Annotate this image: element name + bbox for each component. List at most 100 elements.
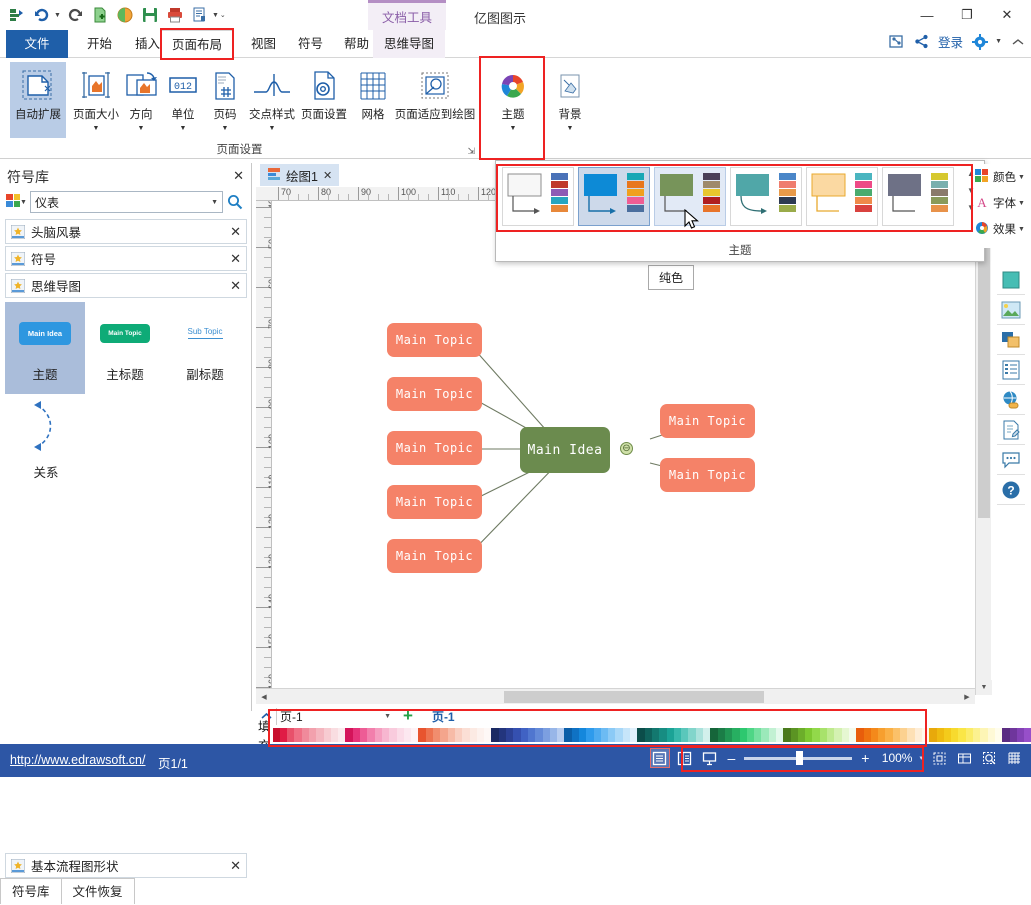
palette-swatch[interactable]	[557, 727, 565, 742]
page-setup-dialog-launcher[interactable]: ⇲	[467, 146, 475, 157]
palette-swatch[interactable]	[469, 727, 477, 742]
ribbon-button-grid[interactable]: 网格	[350, 62, 396, 138]
zoom-slider-thumb[interactable]	[796, 751, 804, 765]
palette-swatch[interactable]	[943, 727, 952, 742]
palette-swatch[interactable]	[447, 727, 455, 742]
palette-swatch[interactable]	[776, 727, 784, 742]
page-tab-1[interactable]: 页-1	[422, 708, 465, 725]
palette-swatch[interactable]	[666, 727, 674, 742]
palette-swatch[interactable]	[513, 727, 521, 742]
ribbon-button-crossing-style[interactable]: 交点样式 ▼	[244, 62, 300, 138]
scroll-down-button[interactable]: ▼	[976, 680, 992, 695]
ribbon-button-fit-page-to-drawing[interactable]: 页面适应到绘图	[395, 62, 475, 138]
palette-swatch[interactable]	[542, 727, 550, 742]
palette-swatch[interactable]	[965, 727, 974, 742]
mind-node-main-idea[interactable]: Main Idea	[520, 427, 610, 473]
palette-swatch[interactable]	[462, 727, 470, 742]
palette-swatch[interactable]	[885, 727, 893, 742]
color-palette[interactable]	[272, 727, 1031, 742]
close-category-button[interactable]: ✕	[230, 251, 241, 267]
hyperlink-icon[interactable]	[997, 385, 1025, 415]
palette-swatch[interactable]	[739, 727, 747, 742]
palette-swatch[interactable]	[367, 727, 375, 742]
add-page-button[interactable]: +	[394, 706, 422, 726]
theme-item-green[interactable]	[654, 167, 726, 226]
chevron-down-icon[interactable]: ▼	[180, 124, 187, 133]
palette-swatch[interactable]	[578, 727, 587, 742]
drawing-canvas[interactable]: Main Topic Main Topic Main Topic Main To…	[272, 201, 975, 695]
palette-swatch[interactable]	[411, 727, 419, 742]
help-icon[interactable]: ?	[997, 475, 1025, 505]
palette-swatch[interactable]	[309, 727, 317, 742]
share-export-icon[interactable]	[889, 34, 905, 49]
palette-swatch[interactable]	[819, 727, 828, 742]
palette-swatch[interactable]	[1024, 727, 1031, 742]
palette-swatch[interactable]	[360, 727, 368, 742]
comments-icon[interactable]	[997, 445, 1025, 475]
palette-swatch[interactable]	[900, 727, 908, 742]
ribbon-button-background[interactable]: 背景 ▼	[546, 62, 594, 138]
library-category-basic-flowchart[interactable]: 基本流程图形状 ✕	[5, 853, 247, 878]
chevron-down-icon[interactable]: ▼	[93, 124, 100, 133]
palette-swatch[interactable]	[571, 727, 579, 742]
open-icon[interactable]	[114, 4, 136, 26]
palette-swatch[interactable]	[1009, 727, 1017, 742]
ribbon-button-theme[interactable]: 主题 ▼	[486, 62, 540, 138]
palette-swatch[interactable]	[637, 727, 645, 742]
palette-swatch[interactable]	[323, 727, 331, 742]
tab-file[interactable]: 文件	[6, 30, 68, 58]
mind-node-main-topic-l5[interactable]: Main Topic	[387, 539, 482, 573]
zoom-region-icon[interactable]	[980, 749, 998, 767]
palette-swatch[interactable]	[476, 727, 485, 742]
library-combo[interactable]: 仪表 ▼	[29, 191, 223, 213]
chevron-down-icon[interactable]: ▼	[384, 713, 391, 720]
palette-swatch[interactable]	[783, 727, 791, 742]
palette-swatch[interactable]	[805, 727, 813, 742]
zoom-slider[interactable]	[744, 750, 853, 766]
palette-swatch[interactable]	[659, 727, 667, 742]
canvas-vertical-scrollbar[interactable]: ▲ ▼	[975, 201, 992, 695]
share-icon[interactable]	[914, 34, 929, 49]
theme-item-teal[interactable]	[730, 167, 802, 226]
palette-swatch[interactable]	[418, 727, 426, 742]
palette-swatch[interactable]	[272, 727, 280, 742]
close-category-button[interactable]: ✕	[230, 858, 241, 874]
mind-node-main-topic-r1[interactable]: Main Topic	[660, 404, 755, 438]
qat-customize-caret[interactable]: ⌄	[220, 11, 226, 19]
palette-swatch[interactable]	[907, 727, 915, 742]
palette-swatch[interactable]	[717, 727, 725, 742]
theme-scroll-down-button[interactable]: ▼	[967, 186, 975, 195]
palette-swatch[interactable]	[294, 727, 302, 742]
palette-swatch[interactable]	[746, 727, 755, 742]
mind-node-main-topic-r2[interactable]: Main Topic	[660, 458, 755, 492]
palette-swatch[interactable]	[586, 727, 594, 742]
palette-swatch[interactable]	[681, 727, 689, 742]
vertical-scroll-thumb[interactable]	[978, 218, 990, 518]
palette-swatch[interactable]	[768, 727, 776, 742]
palette-swatch[interactable]	[593, 727, 601, 742]
palette-swatch[interactable]	[330, 727, 339, 742]
palette-swatch[interactable]	[987, 727, 995, 742]
ribbon-button-orientation[interactable]: 方向 ▼	[118, 62, 164, 138]
palette-swatch[interactable]	[440, 727, 448, 742]
palette-swatch[interactable]	[790, 727, 798, 742]
zoom-dropdown-caret[interactable]: ▾	[919, 754, 923, 762]
palette-swatch[interactable]	[345, 727, 353, 742]
palette-swatch[interactable]	[381, 727, 390, 742]
presentation-view-icon[interactable]	[701, 749, 719, 767]
shape-item-main-idea[interactable]: Main Idea 主题	[5, 302, 85, 394]
palette-swatch[interactable]	[615, 727, 623, 742]
tab-file-recovery[interactable]: 文件恢复	[60, 878, 135, 904]
palette-swatch[interactable]	[520, 727, 528, 742]
notes-icon[interactable]	[997, 415, 1025, 445]
theme-item-white[interactable]	[502, 167, 574, 226]
layers-icon[interactable]	[997, 325, 1025, 355]
status-website-link[interactable]: http://www.edrawsoft.cn/	[10, 753, 145, 767]
gear-icon[interactable]	[972, 33, 989, 50]
chevron-down-icon[interactable]: ▼	[567, 124, 574, 133]
save-icon[interactable]	[139, 4, 161, 26]
palette-swatch[interactable]	[848, 727, 857, 742]
chevron-down-icon[interactable]: ▼	[211, 199, 218, 206]
mind-node-main-topic-l1[interactable]: Main Topic	[387, 323, 482, 357]
theme-item-orange[interactable]	[806, 167, 878, 226]
